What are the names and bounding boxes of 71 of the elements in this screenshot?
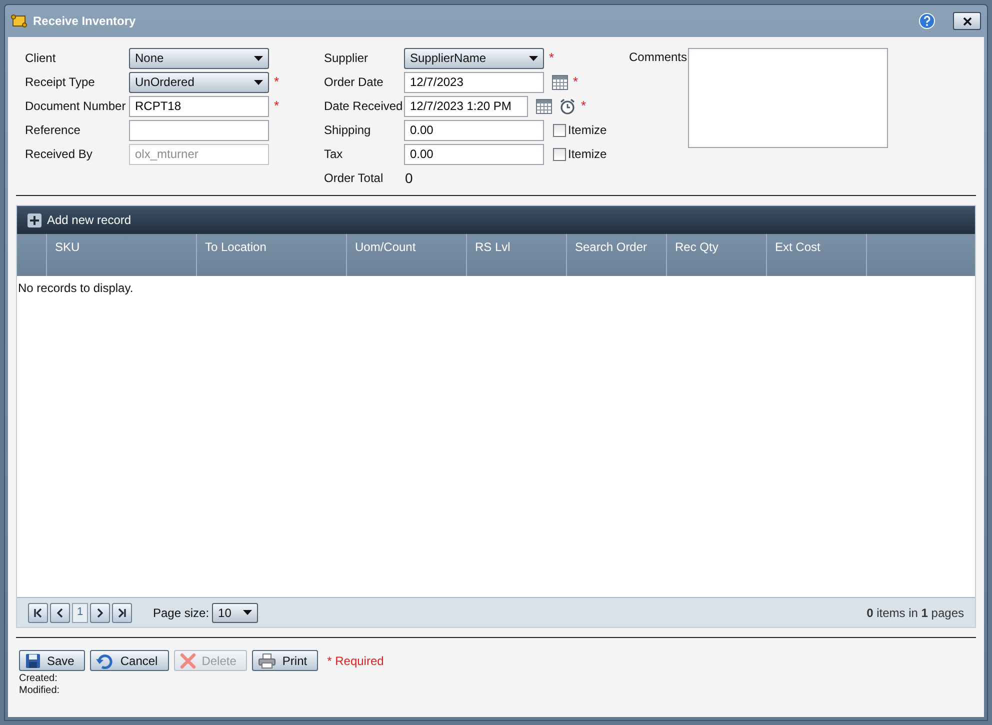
cancel-button[interactable]: Cancel — [90, 650, 169, 671]
dropdown[interactable]: UnOrdered — [129, 72, 269, 92]
printer-icon — [258, 652, 276, 668]
previous-page-button[interactable] — [50, 602, 70, 622]
first-page-button[interactable] — [28, 602, 48, 622]
input-field[interactable]: 12/7/2023 — [404, 72, 544, 92]
order-total-value: 0 — [405, 168, 413, 188]
page-size-dropdown[interactable]: 10 — [212, 602, 258, 622]
input-field[interactable]: RCPT18 — [129, 96, 269, 116]
print-button[interactable]: Print — [252, 650, 318, 671]
dropdown-caret-icon — [254, 80, 263, 84]
field-label: Received By — [25, 146, 94, 163]
field-label: Tax — [324, 146, 344, 163]
dropdown-caret-icon — [243, 610, 252, 615]
audit-label: Modified: — [19, 685, 61, 697]
window-title: Receive Inventory — [33, 13, 137, 30]
field-label: Order Total — [324, 170, 384, 187]
required-mark: * — [274, 73, 280, 92]
undo-arrow-icon — [96, 652, 114, 668]
plus-icon — [27, 212, 42, 228]
close-icon — [962, 16, 972, 26]
dropdown[interactable]: SupplierName — [404, 48, 544, 68]
input-field[interactable]: 0.00 — [404, 144, 544, 164]
required-mark: * — [274, 97, 280, 116]
field-label: Comments — [629, 49, 688, 66]
field-label: Supplier — [324, 50, 370, 67]
page-size-label: Page size: — [153, 604, 210, 622]
column-header[interactable]: To Location — [205, 239, 338, 255]
column-header[interactable]: Ext Cost — [775, 239, 858, 255]
field-label: Client — [25, 50, 57, 67]
first-page-arrow-icon — [33, 608, 43, 618]
field-label: Shipping — [324, 122, 372, 139]
page-number-button[interactable]: 1 — [72, 602, 88, 622]
scroll-icon — [11, 14, 27, 28]
column-header[interactable]: RS Lvl — [475, 239, 558, 255]
required-note: * Required — [327, 652, 384, 670]
field-label: Reference — [25, 122, 82, 139]
column-header[interactable]: Uom/Count — [355, 239, 458, 255]
close-button[interactable] — [953, 12, 981, 30]
required-mark: * — [581, 97, 586, 116]
calendar-icon[interactable] — [552, 74, 568, 90]
add-new-record-button[interactable]: Add new record — [27, 211, 132, 229]
pager-summary: 0 items in 1 pages — [866, 604, 964, 622]
field-label: Receipt Type — [25, 74, 96, 91]
comments-field[interactable] — [688, 48, 888, 148]
required-mark: * — [573, 73, 578, 92]
dropdown-caret-icon — [254, 56, 263, 60]
required-mark: * — [549, 49, 554, 68]
dropdown-caret-icon — [529, 56, 538, 60]
next-page-button[interactable] — [90, 602, 110, 622]
last-page-button[interactable] — [112, 602, 132, 622]
last-page-arrow-icon — [117, 608, 127, 618]
input-field[interactable]: 0.00 — [404, 120, 544, 140]
field-label: Order Date — [324, 74, 384, 91]
calendar-icon[interactable] — [536, 98, 552, 114]
input-field[interactable] — [129, 120, 269, 140]
input-field[interactable]: 12/7/2023 1:20 PM — [404, 96, 528, 116]
itemize-label: Itemize — [568, 122, 607, 139]
help-icon[interactable] — [919, 13, 935, 29]
itemize-label: Itemize — [568, 146, 607, 163]
x-icon — [180, 652, 196, 668]
itemize-checkbox[interactable] — [553, 148, 566, 160]
audit-label: Created: — [19, 673, 58, 685]
dropdown[interactable]: None — [129, 48, 269, 68]
field-label: Date Received — [324, 98, 404, 115]
column-header[interactable]: Rec Qty — [675, 239, 758, 255]
empty-grid-message: No records to display. — [17, 281, 134, 295]
alarm-clock-icon[interactable] — [559, 98, 576, 114]
field-label: Document Number — [25, 98, 127, 115]
itemize-checkbox[interactable] — [553, 124, 566, 136]
save-button[interactable]: Save — [19, 650, 86, 671]
